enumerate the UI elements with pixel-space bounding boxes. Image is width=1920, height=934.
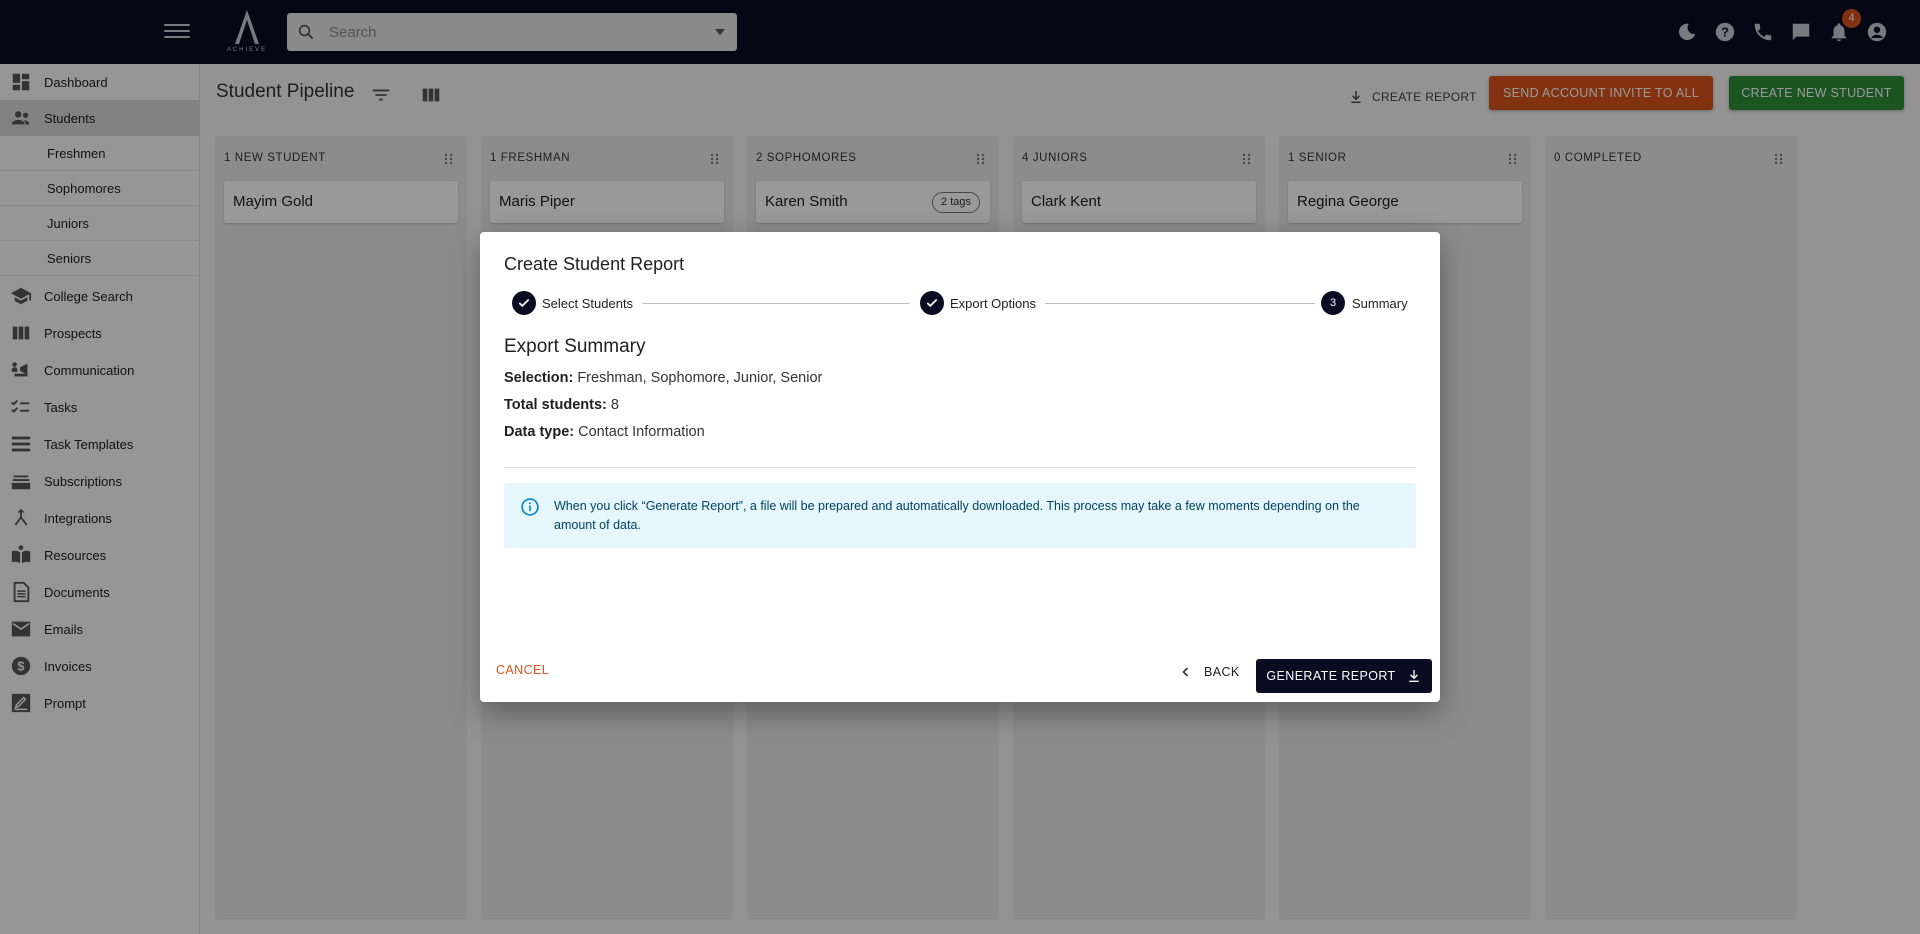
info-text: When you click “Generate Report”, a file… xyxy=(554,499,1360,532)
dialog-title: Create Student Report xyxy=(504,254,685,274)
generate-report-button[interactable]: GENERATE REPORT xyxy=(1256,659,1432,693)
summary-datatype: Data type: Contact Information xyxy=(504,424,705,440)
datatype-label: Data type: xyxy=(504,424,575,440)
back-label: BACK xyxy=(1204,665,1240,679)
create-report-dialog: Create Student Report Select Students Ex… xyxy=(480,232,1440,702)
total-label: Total students: xyxy=(504,397,607,413)
selection-value: Freshman, Sophomore, Junior, Senior xyxy=(577,370,823,386)
back-button[interactable]: BACK xyxy=(1180,656,1240,688)
step-3-number: 3 xyxy=(1321,291,1345,315)
download-icon xyxy=(1408,670,1419,682)
chevron-left-icon xyxy=(1182,667,1189,677)
generate-label: GENERATE REPORT xyxy=(1266,669,1396,683)
step-1-check-icon xyxy=(512,291,536,315)
step-connector xyxy=(1045,303,1315,304)
summary-title: Export Summary xyxy=(504,336,646,357)
info-icon xyxy=(521,498,539,516)
cancel-button[interactable]: CANCEL xyxy=(496,663,549,677)
step-2-check-icon xyxy=(920,291,944,315)
selection-label: Selection: xyxy=(504,370,574,386)
step-3-label: Summary xyxy=(1352,296,1408,311)
summary-total: Total students: 8 xyxy=(504,397,619,413)
datatype-value: Contact Information xyxy=(578,424,705,440)
step-2-label: Export Options xyxy=(950,296,1036,311)
divider xyxy=(504,467,1416,468)
step-1-label: Select Students xyxy=(542,296,634,311)
summary-selection: Selection: Freshman, Sophomore, Junior, … xyxy=(504,370,822,386)
step-connector xyxy=(642,303,910,304)
info-alert: When you click “Generate Report”, a file… xyxy=(504,483,1416,548)
total-value: 8 xyxy=(610,397,619,413)
